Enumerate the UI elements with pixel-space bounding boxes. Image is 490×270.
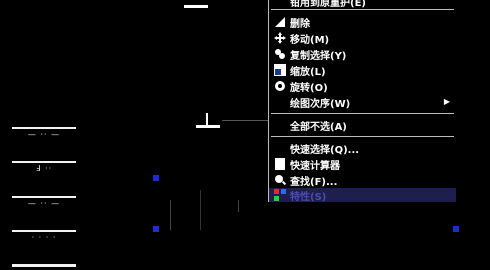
divider xyxy=(12,230,76,232)
drawing-line xyxy=(170,200,171,230)
menu-item-draw-order[interactable]: 绘图次序(W) ▶ xyxy=(269,94,456,110)
calculator-icon xyxy=(272,158,288,170)
menu-item-label: 快速选择(Q)... xyxy=(290,144,360,156)
menu-separator xyxy=(271,9,454,10)
menu-item-label: 全部不选(A) xyxy=(290,121,347,133)
drawing-line xyxy=(184,5,208,8)
find-icon xyxy=(272,174,288,186)
left-panel-item-label: — ·· — xyxy=(27,199,61,208)
menu-item-move[interactable]: 移动(M) xyxy=(269,30,456,46)
left-panel-item[interactable]: Ⅎ ·· xyxy=(12,161,76,175)
menu-item-label: 删除 xyxy=(290,18,310,30)
copy-icon xyxy=(272,48,288,60)
drawing-line xyxy=(200,190,201,230)
move-icon xyxy=(272,32,288,44)
divider xyxy=(12,196,76,198)
menu-item-label: 绘图次序(W) xyxy=(290,98,351,110)
menu-item-properties[interactable]: 特性(S) xyxy=(269,188,456,203)
menu-item-deselect-all[interactable]: 全部不选(A) xyxy=(269,117,456,133)
divider xyxy=(12,161,76,163)
menu-item-label: 移动(M) xyxy=(290,34,330,46)
blank-icon xyxy=(272,119,288,131)
menu-item-find[interactable]: 查找(F)... xyxy=(269,172,456,188)
eraser-icon xyxy=(272,16,288,28)
left-panel-item-label: · · · · xyxy=(31,233,57,242)
grip-handle[interactable] xyxy=(153,226,159,232)
scale-icon xyxy=(272,64,288,76)
left-panel-item-label: — ·· — xyxy=(27,130,61,139)
properties-icon xyxy=(272,189,288,201)
menu-item-label: 缩放(L) xyxy=(290,66,326,78)
left-panel-item[interactable]: — ·· — xyxy=(12,127,76,141)
menu-item-rotate[interactable]: 旋转(O) xyxy=(269,78,456,94)
menu-separator xyxy=(271,136,454,137)
menu-item-label: 旋转(O) xyxy=(290,82,328,94)
blank-icon xyxy=(272,0,288,7)
menu-item-label: 查找(F)... xyxy=(290,176,338,188)
menu-item-copy[interactable]: 复制选择(Y) xyxy=(269,46,456,62)
grip-handle[interactable] xyxy=(153,175,159,181)
menu-item-label: 特性(S) xyxy=(290,191,327,203)
menu-item-quick-calc[interactable]: 快速计算器 xyxy=(269,156,456,172)
menu-separator xyxy=(271,113,454,114)
menu-item-partial[interactable]: 钳用到原重护(E) xyxy=(269,0,456,9)
left-panel-item-label: Ⅎ ·· xyxy=(35,164,53,173)
blank-icon xyxy=(272,142,288,154)
submenu-arrow-icon: ▶ xyxy=(443,97,450,106)
context-menu: 钳用到原重护(E) 删除 移动(M) 复制选择(Y) 缩放(L) 旋转(O) 绘… xyxy=(268,0,456,203)
menu-item-scale[interactable]: 缩放(L) xyxy=(269,62,456,78)
drawing-line xyxy=(238,200,239,212)
grip-handle[interactable] xyxy=(453,226,459,232)
drawing-line xyxy=(206,113,208,125)
menu-item-label: 复制选择(Y) xyxy=(290,50,347,62)
menu-item-label: 钳用到原重护(E) xyxy=(290,0,366,9)
menu-item-delete[interactable]: 删除 xyxy=(269,14,456,30)
drawing-line xyxy=(222,120,268,121)
drawing-line xyxy=(196,125,220,128)
divider xyxy=(12,127,76,129)
menu-item-label: 快速计算器 xyxy=(290,160,340,172)
drawing-canvas[interactable]: — ·· — Ⅎ ·· — ·· — · · · · 钳用到原重护(E) 删除 xyxy=(0,0,490,270)
rotate-icon xyxy=(272,80,288,92)
left-panel-item[interactable]: · · · · xyxy=(12,230,76,244)
left-panel-item[interactable]: — ·· — xyxy=(12,196,76,210)
divider xyxy=(12,264,76,267)
menu-item-quick-select[interactable]: 快速选择(Q)... xyxy=(269,140,456,156)
blank-icon xyxy=(272,96,288,108)
